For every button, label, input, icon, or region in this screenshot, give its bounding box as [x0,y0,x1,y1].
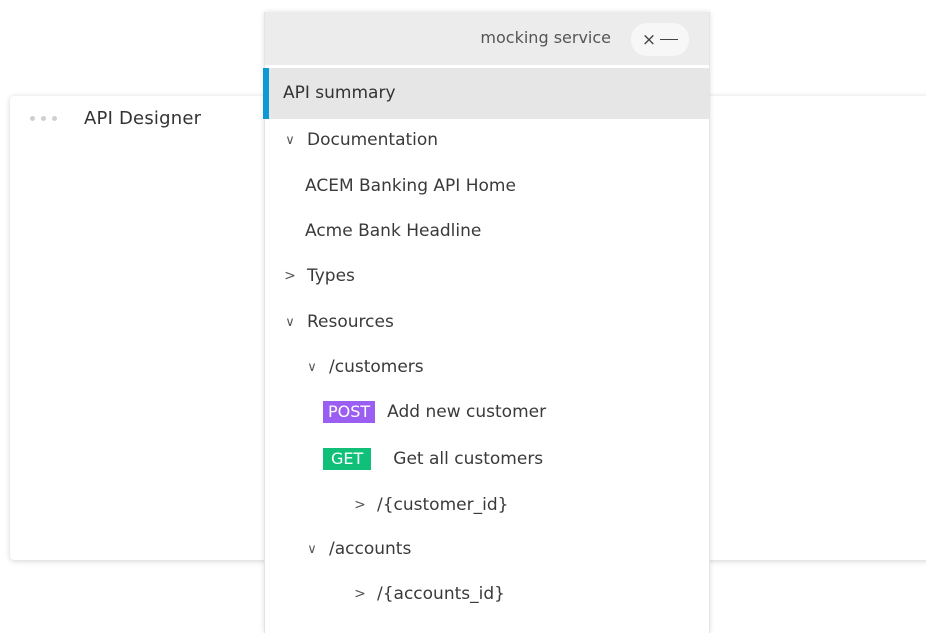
close-minimize-button[interactable]: × [631,23,689,56]
nav-item-label: ACEM Banking API Home [305,176,516,196]
navigation-panel: mocking service × API summary ∨ Document… [263,12,710,633]
method-badge-get: GET [323,448,372,470]
nav-group-label: Documentation [307,130,439,150]
resource-label: /customers [329,357,424,377]
resource-label: /{customer_id} [377,495,509,515]
close-icon: × [641,29,657,50]
nav-group-documentation[interactable]: ∨ Documentation [283,130,438,150]
resource-label: /{accounts_id} [377,584,505,604]
method-label: Add new customer [387,402,547,422]
chevron-right-icon: > [284,268,296,284]
nav-resource-accounts-id[interactable]: > /{accounts_id} [353,584,505,604]
chevron-down-icon: ∨ [307,359,317,375]
nav-method-get-customers[interactable]: GET Get all customers [323,448,543,470]
nav-resource-customer-id[interactable]: > /{customer_id} [353,495,508,515]
nav-group-label: Types [307,266,355,286]
nav-group-label: Resources [307,312,394,332]
nav-item-api-summary[interactable]: API summary [263,68,709,119]
method-badge-post: POST [323,401,376,423]
dot-icon [41,116,46,121]
panel-header: mocking service × [265,12,709,65]
method-label: Get all customers [393,449,544,469]
nav-item-label: API summary [283,83,396,103]
resource-label: /accounts [329,539,412,559]
active-indicator [263,68,269,119]
chevron-right-icon: > [354,497,366,513]
dot-icon [52,116,57,121]
stage: API Designer mocking service × API summa… [0,0,926,633]
chevron-right-icon: > [354,586,366,602]
window-menu-dots-icon[interactable] [30,116,57,121]
dot-icon [30,116,35,121]
chevron-down-icon: ∨ [285,314,295,330]
nav-method-post-customers[interactable]: POST Add new customer [323,401,546,423]
nav-group-resources[interactable]: ∨ Resources [283,312,394,332]
nav-item-label: Acme Bank Headline [305,221,482,241]
nav-group-types[interactable]: > Types [283,266,355,286]
nav-item-acme-bank-headline[interactable]: Acme Bank Headline [305,221,481,241]
panel-title: mocking service [480,28,611,47]
chevron-down-icon: ∨ [307,541,317,557]
chevron-down-icon: ∨ [285,132,295,148]
minimize-icon [660,38,679,41]
nav-item-acem-banking-api-home[interactable]: ACEM Banking API Home [305,176,516,196]
window-title: API Designer [84,108,202,129]
nav-resource-customers[interactable]: ∨ /customers [305,357,424,377]
nav-resource-accounts[interactable]: ∨ /accounts [305,539,411,559]
